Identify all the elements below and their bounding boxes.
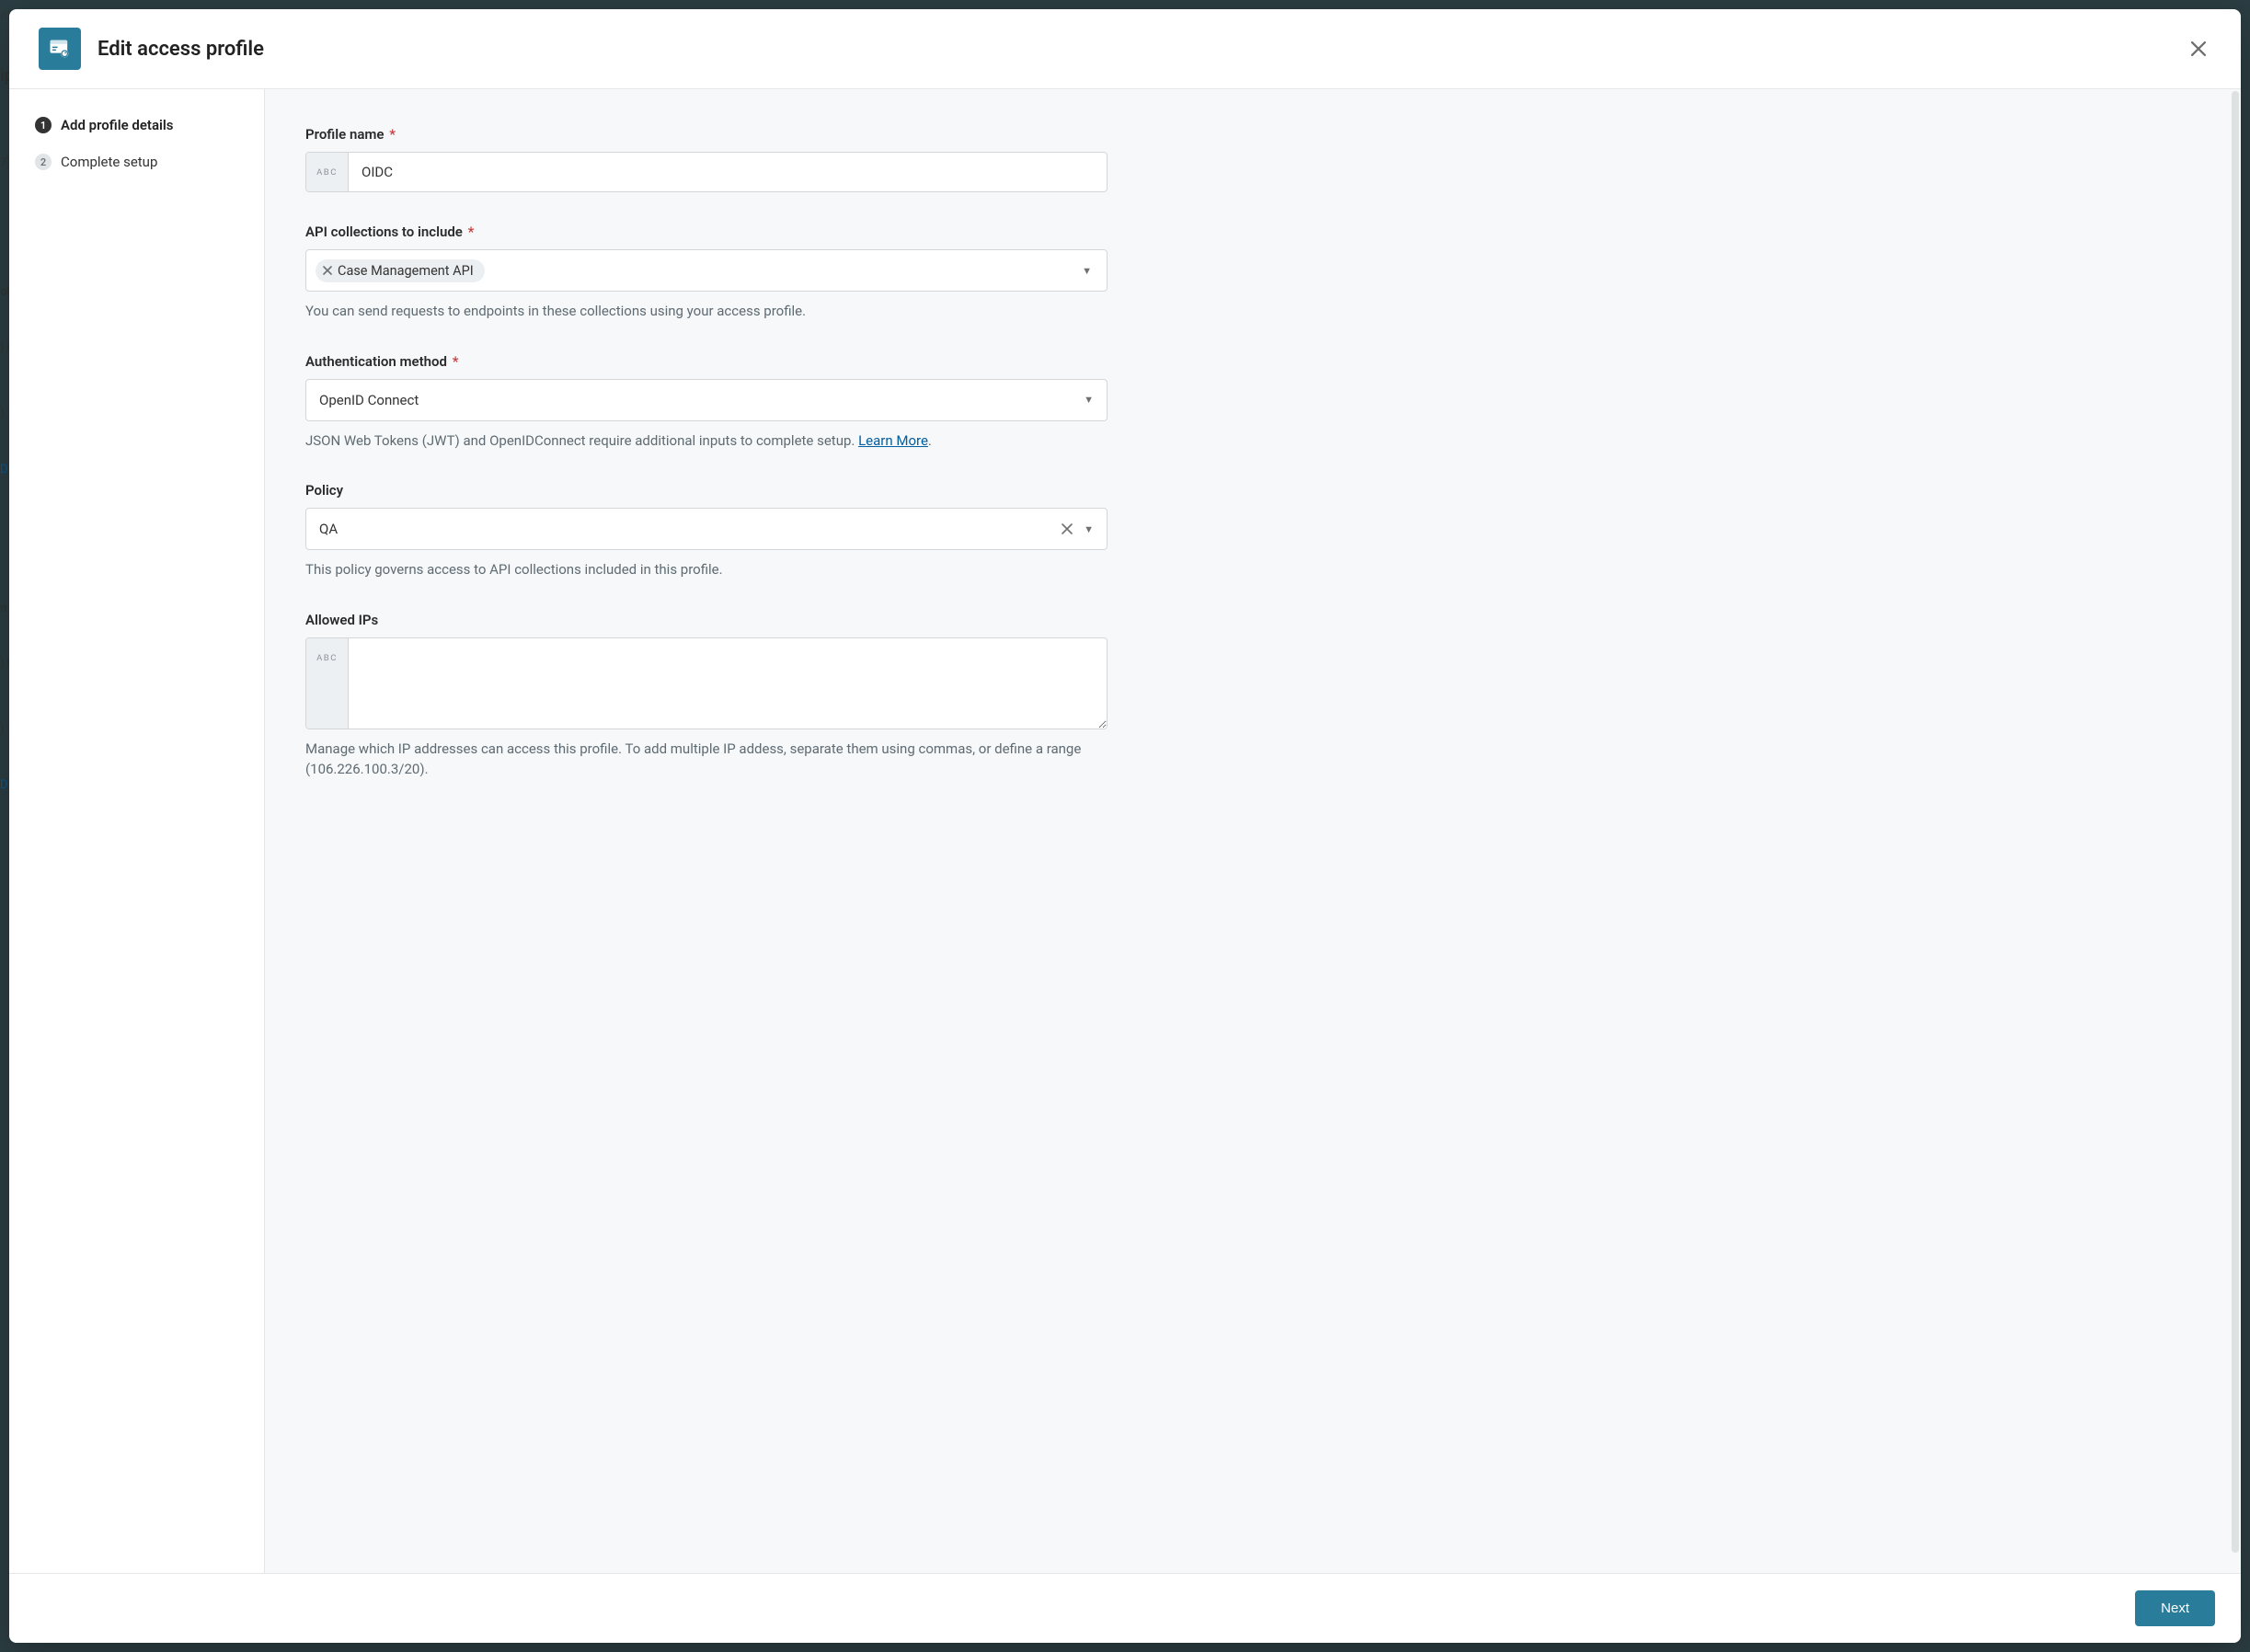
- api-collections-group: API collections to include * Case Manage…: [305, 224, 1108, 322]
- api-collections-select[interactable]: Case Management API ▼: [305, 249, 1108, 292]
- policy-help: This policy governs access to API collec…: [305, 559, 1108, 580]
- next-button[interactable]: Next: [2135, 1590, 2215, 1626]
- modal-footer: Next: [9, 1573, 2241, 1643]
- steps-sidebar: 1 Add profile details 2 Complete setup: [9, 89, 265, 1573]
- modal-backdrop: itf ip 7) ol ) C ) D n ) C ) D: [0, 0, 2250, 1652]
- auth-method-help: JSON Web Tokens (JWT) and OpenIDConnect …: [305, 430, 1108, 452]
- allowed-ips-help: Manage which IP addresses can access thi…: [305, 739, 1108, 780]
- modal-header: Edit access profile: [9, 9, 2241, 89]
- chevron-down-icon[interactable]: ▼: [1082, 265, 1097, 277]
- profile-name-input[interactable]: [349, 153, 1107, 191]
- profile-window-icon: [39, 28, 81, 70]
- clear-policy-icon[interactable]: [1062, 523, 1073, 534]
- collection-chip: Case Management API: [316, 259, 485, 282]
- close-button[interactable]: [2186, 36, 2211, 62]
- edit-access-profile-modal: Edit access profile 1 Add profile detail…: [9, 9, 2241, 1643]
- allowed-ips-group: Allowed IPs ABC Manage which IP addresse…: [305, 612, 1108, 780]
- step-complete-setup[interactable]: 2 Complete setup: [35, 154, 238, 170]
- form-pane: Profile name * ABC API collections to in…: [265, 89, 2241, 1573]
- chevron-down-icon: ▼: [1084, 523, 1094, 535]
- api-collections-help: You can send requests to endpoints in th…: [305, 301, 1108, 322]
- text-prefix-icon: ABC: [306, 153, 349, 191]
- learn-more-link[interactable]: Learn More: [858, 432, 928, 449]
- modal-body: 1 Add profile details 2 Complete setup P…: [9, 89, 2241, 1573]
- step-number-badge: 2: [35, 154, 52, 170]
- allowed-ips-label: Allowed IPs: [305, 612, 1108, 628]
- policy-group: Policy QA ▼ This policy governs access t…: [305, 482, 1108, 580]
- profile-name-input-wrap: ABC: [305, 152, 1108, 192]
- close-icon: [2191, 41, 2206, 56]
- auth-method-select[interactable]: OpenID Connect ▼: [305, 379, 1108, 421]
- api-collections-label: API collections to include *: [305, 224, 1108, 240]
- auth-method-label: Authentication method *: [305, 353, 1108, 370]
- policy-value: QA: [319, 521, 1062, 537]
- remove-chip-icon[interactable]: [323, 266, 332, 275]
- text-prefix-icon: ABC: [306, 638, 349, 728]
- scrollbar[interactable]: [2232, 91, 2239, 1553]
- auth-method-group: Authentication method * OpenID Connect ▼…: [305, 353, 1108, 452]
- step-label: Complete setup: [61, 154, 157, 170]
- auth-method-value: OpenID Connect: [319, 392, 1084, 408]
- profile-name-group: Profile name * ABC: [305, 126, 1108, 192]
- step-add-profile-details[interactable]: 1 Add profile details: [35, 117, 238, 133]
- step-label: Add profile details: [61, 117, 174, 133]
- allowed-ips-textarea[interactable]: [349, 638, 1107, 728]
- allowed-ips-input-wrap: ABC: [305, 637, 1108, 729]
- chip-label: Case Management API: [338, 263, 474, 279]
- modal-title: Edit access profile: [98, 38, 2169, 61]
- policy-select[interactable]: QA ▼: [305, 508, 1108, 550]
- chevron-down-icon: ▼: [1084, 394, 1094, 406]
- policy-label: Policy: [305, 482, 1108, 499]
- step-number-badge: 1: [35, 117, 52, 133]
- profile-name-label: Profile name *: [305, 126, 1108, 143]
